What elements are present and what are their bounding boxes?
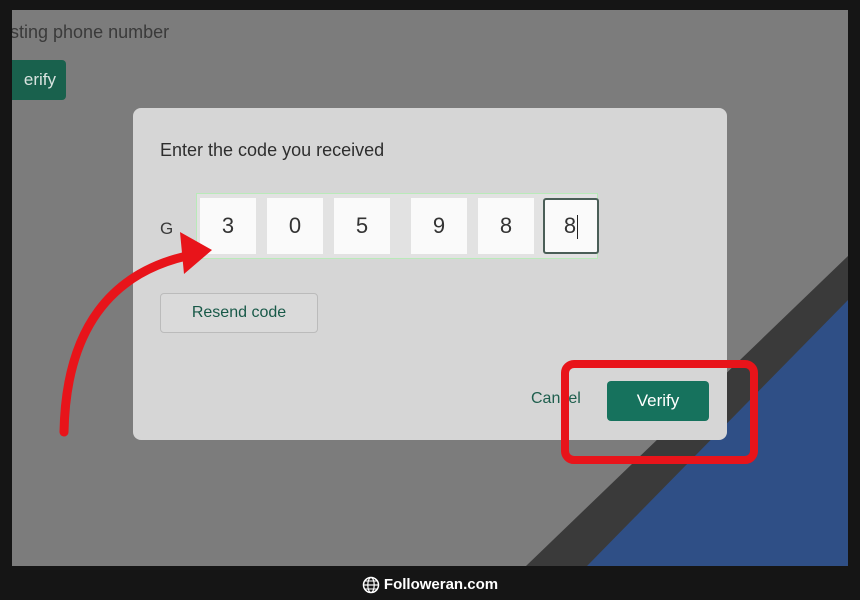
globe-icon (362, 576, 380, 594)
watermark-footer: Followeran.com (0, 570, 860, 600)
annotation-arrow (59, 249, 201, 437)
verify-highlight-box (561, 360, 758, 464)
annotation-arrowhead (180, 232, 212, 274)
annotation-overlay (59, 232, 758, 464)
watermark-text: Followeran.com (383, 576, 499, 593)
